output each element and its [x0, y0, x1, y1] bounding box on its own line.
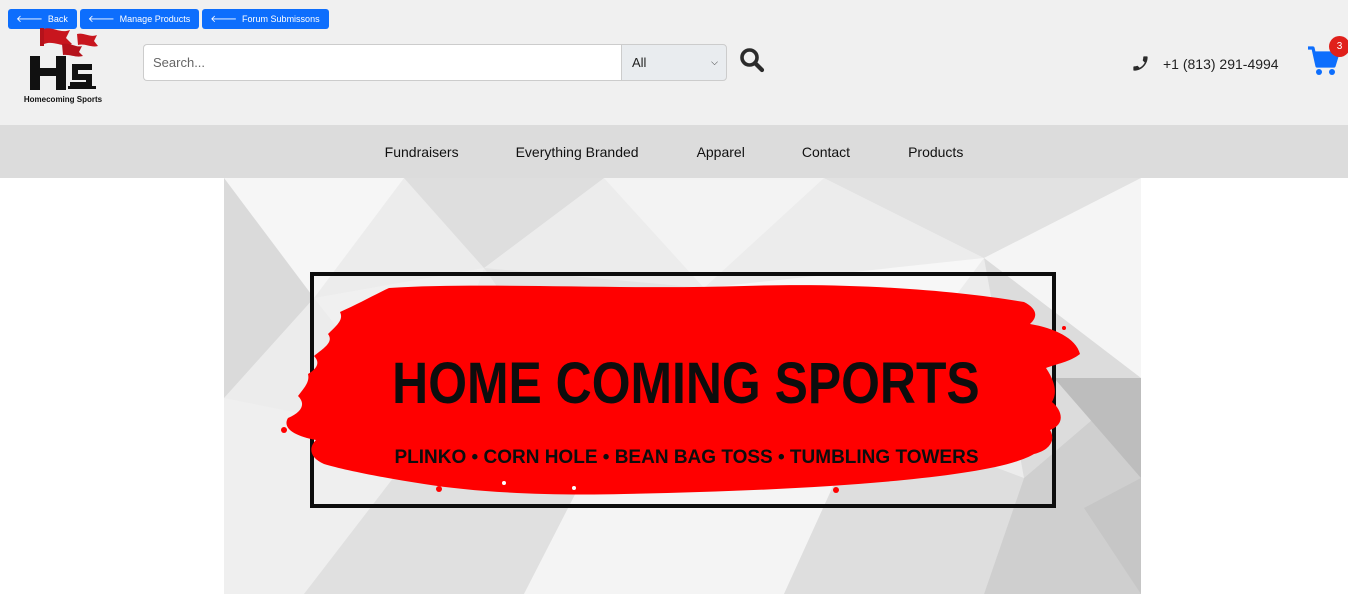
- nav-item-fundraisers[interactable]: Fundraisers: [385, 144, 459, 160]
- nav-item-products[interactable]: Products: [908, 144, 963, 160]
- search-icon: [740, 48, 765, 73]
- logo-text: Homecoming Sports: [23, 95, 103, 104]
- main-nav: Fundraisers Everything Branded Apparel C…: [0, 125, 1348, 178]
- phone-icon: [1133, 56, 1148, 71]
- arrow-left-icon: 🡐: [87, 14, 115, 25]
- forum-submissions-button-label: Forum Submissons: [242, 14, 320, 24]
- search-button[interactable]: [739, 47, 765, 73]
- hero-banner: HOME COMING SPORTS PLINKO • CORN HOLE • …: [224, 178, 1141, 594]
- manage-products-button-label: Manage Products: [119, 14, 191, 24]
- nav-item-contact[interactable]: Contact: [802, 144, 850, 160]
- nav-item-everything-branded[interactable]: Everything Branded: [516, 144, 639, 160]
- logo-icon: [30, 28, 98, 90]
- site-header: 🡐 Back 🡐 Manage Products 🡐 Forum Submiss…: [0, 0, 1348, 125]
- search-category-select[interactable]: All ⌵: [621, 44, 727, 81]
- back-button-label: Back: [47, 14, 68, 24]
- arrow-left-icon: 🡐: [210, 14, 238, 25]
- search-input[interactable]: [143, 44, 621, 81]
- chevron-down-icon: ⌵: [711, 57, 718, 67]
- nav-item-apparel[interactable]: Apparel: [697, 144, 745, 160]
- phone-contact[interactable]: +1 (813) 291-4994: [1131, 54, 1279, 73]
- site-logo[interactable]: Homecoming Sports: [22, 26, 104, 106]
- forum-submissions-button[interactable]: 🡐 Forum Submissons: [202, 9, 329, 29]
- phone-number: +1 (813) 291-4994: [1163, 55, 1279, 72]
- search-category-value: All: [632, 55, 647, 70]
- arrow-left-icon: 🡐: [16, 14, 43, 25]
- hero-subtitle: PLINKO • CORN HOLE • BEAN BAG TOSS • TUM…: [394, 447, 979, 468]
- search-bar: All ⌵: [143, 44, 727, 81]
- cart-count-badge: 3: [1329, 36, 1348, 57]
- hero-title: HOME COMING SPORTS: [392, 351, 980, 416]
